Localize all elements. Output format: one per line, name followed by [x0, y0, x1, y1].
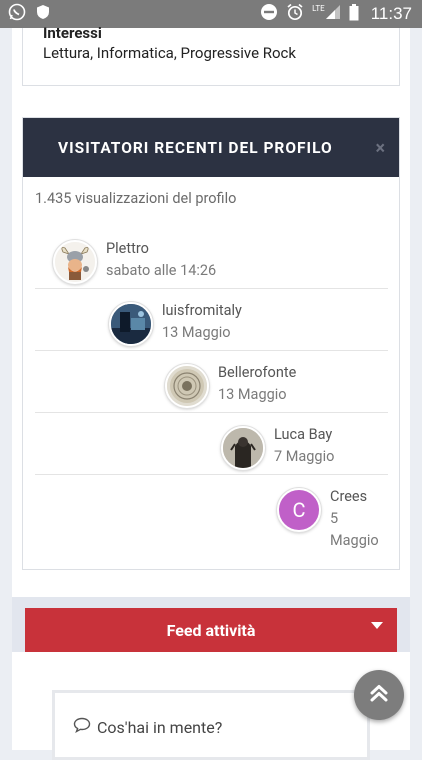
close-icon[interactable]: × — [375, 138, 385, 159]
do-not-disturb-icon — [260, 3, 278, 25]
visitor-name[interactable]: luisfromitaly — [162, 300, 242, 322]
visitor-item[interactable]: Plettro sabato alle 14:26 — [53, 240, 216, 284]
visitor-item[interactable]: luisfromitaly 13 Maggio — [109, 302, 242, 346]
clock: 11:37 — [370, 4, 412, 23]
profile-views-count: 1.435 visualizzazioni del profilo — [35, 190, 237, 207]
divider — [35, 350, 388, 351]
double-chevron-up-icon — [368, 682, 390, 708]
caret-down-icon — [371, 622, 383, 629]
whatsapp-icon — [8, 3, 26, 25]
feed-label: Feed attività — [166, 620, 256, 640]
network-type: LTE — [312, 3, 325, 13]
visitor-item[interactable]: Luca Bay 7 Maggio — [221, 426, 334, 470]
avatar[interactable] — [221, 426, 265, 470]
visit-date: 13 Maggio — [218, 386, 287, 403]
visit-date: Maggio — [330, 532, 379, 549]
composer-placeholder: Cos'hai in mente? — [97, 717, 223, 737]
interests-card: Interessi Lettura, Informatica, Progress… — [22, 24, 400, 86]
visit-date: 7 Maggio — [274, 448, 335, 465]
avatar[interactable] — [109, 302, 153, 346]
scroll-to-top-button[interactable] — [354, 670, 404, 720]
visitor-name[interactable]: Luca Bay — [274, 424, 334, 446]
divider — [35, 288, 388, 289]
card-header: VISITATORI RECENTI DEL PROFILO × — [23, 118, 399, 177]
avatar[interactable] — [165, 364, 209, 408]
shield-icon — [36, 4, 50, 24]
comment-icon — [73, 717, 91, 737]
interests-value: Lettura, Informatica, Progressive Rock — [43, 44, 297, 62]
card-title: VISITATORI RECENTI DEL PROFILO — [58, 138, 333, 157]
divider — [35, 412, 388, 413]
signal-icon — [325, 4, 341, 24]
visitor-name[interactable]: Bellerofonte — [218, 362, 296, 384]
visit-date: 5 — [330, 510, 339, 527]
visit-date: sabato alle 14:26 — [106, 262, 217, 279]
avatar[interactable] — [53, 240, 97, 284]
visitor-name[interactable]: Plettro — [106, 238, 216, 260]
avatar-letter: C — [292, 498, 306, 522]
feed-dropdown[interactable]: Feed attività — [25, 608, 397, 652]
visitor-item[interactable]: C Crees 5 Maggio — [277, 488, 379, 552]
visit-date: 13 Maggio — [162, 324, 231, 341]
alarm-icon — [286, 3, 304, 25]
divider — [35, 474, 388, 475]
recent-visitors-card: VISITATORI RECENTI DEL PROFILO × 1.435 v… — [22, 117, 400, 570]
avatar[interactable]: C — [277, 488, 321, 532]
visitor-name[interactable]: Crees — [330, 486, 379, 508]
battery-icon — [349, 3, 359, 25]
interests-title: Interessi — [43, 24, 102, 42]
visitor-item[interactable]: Bellerofonte 13 Maggio — [165, 364, 296, 408]
